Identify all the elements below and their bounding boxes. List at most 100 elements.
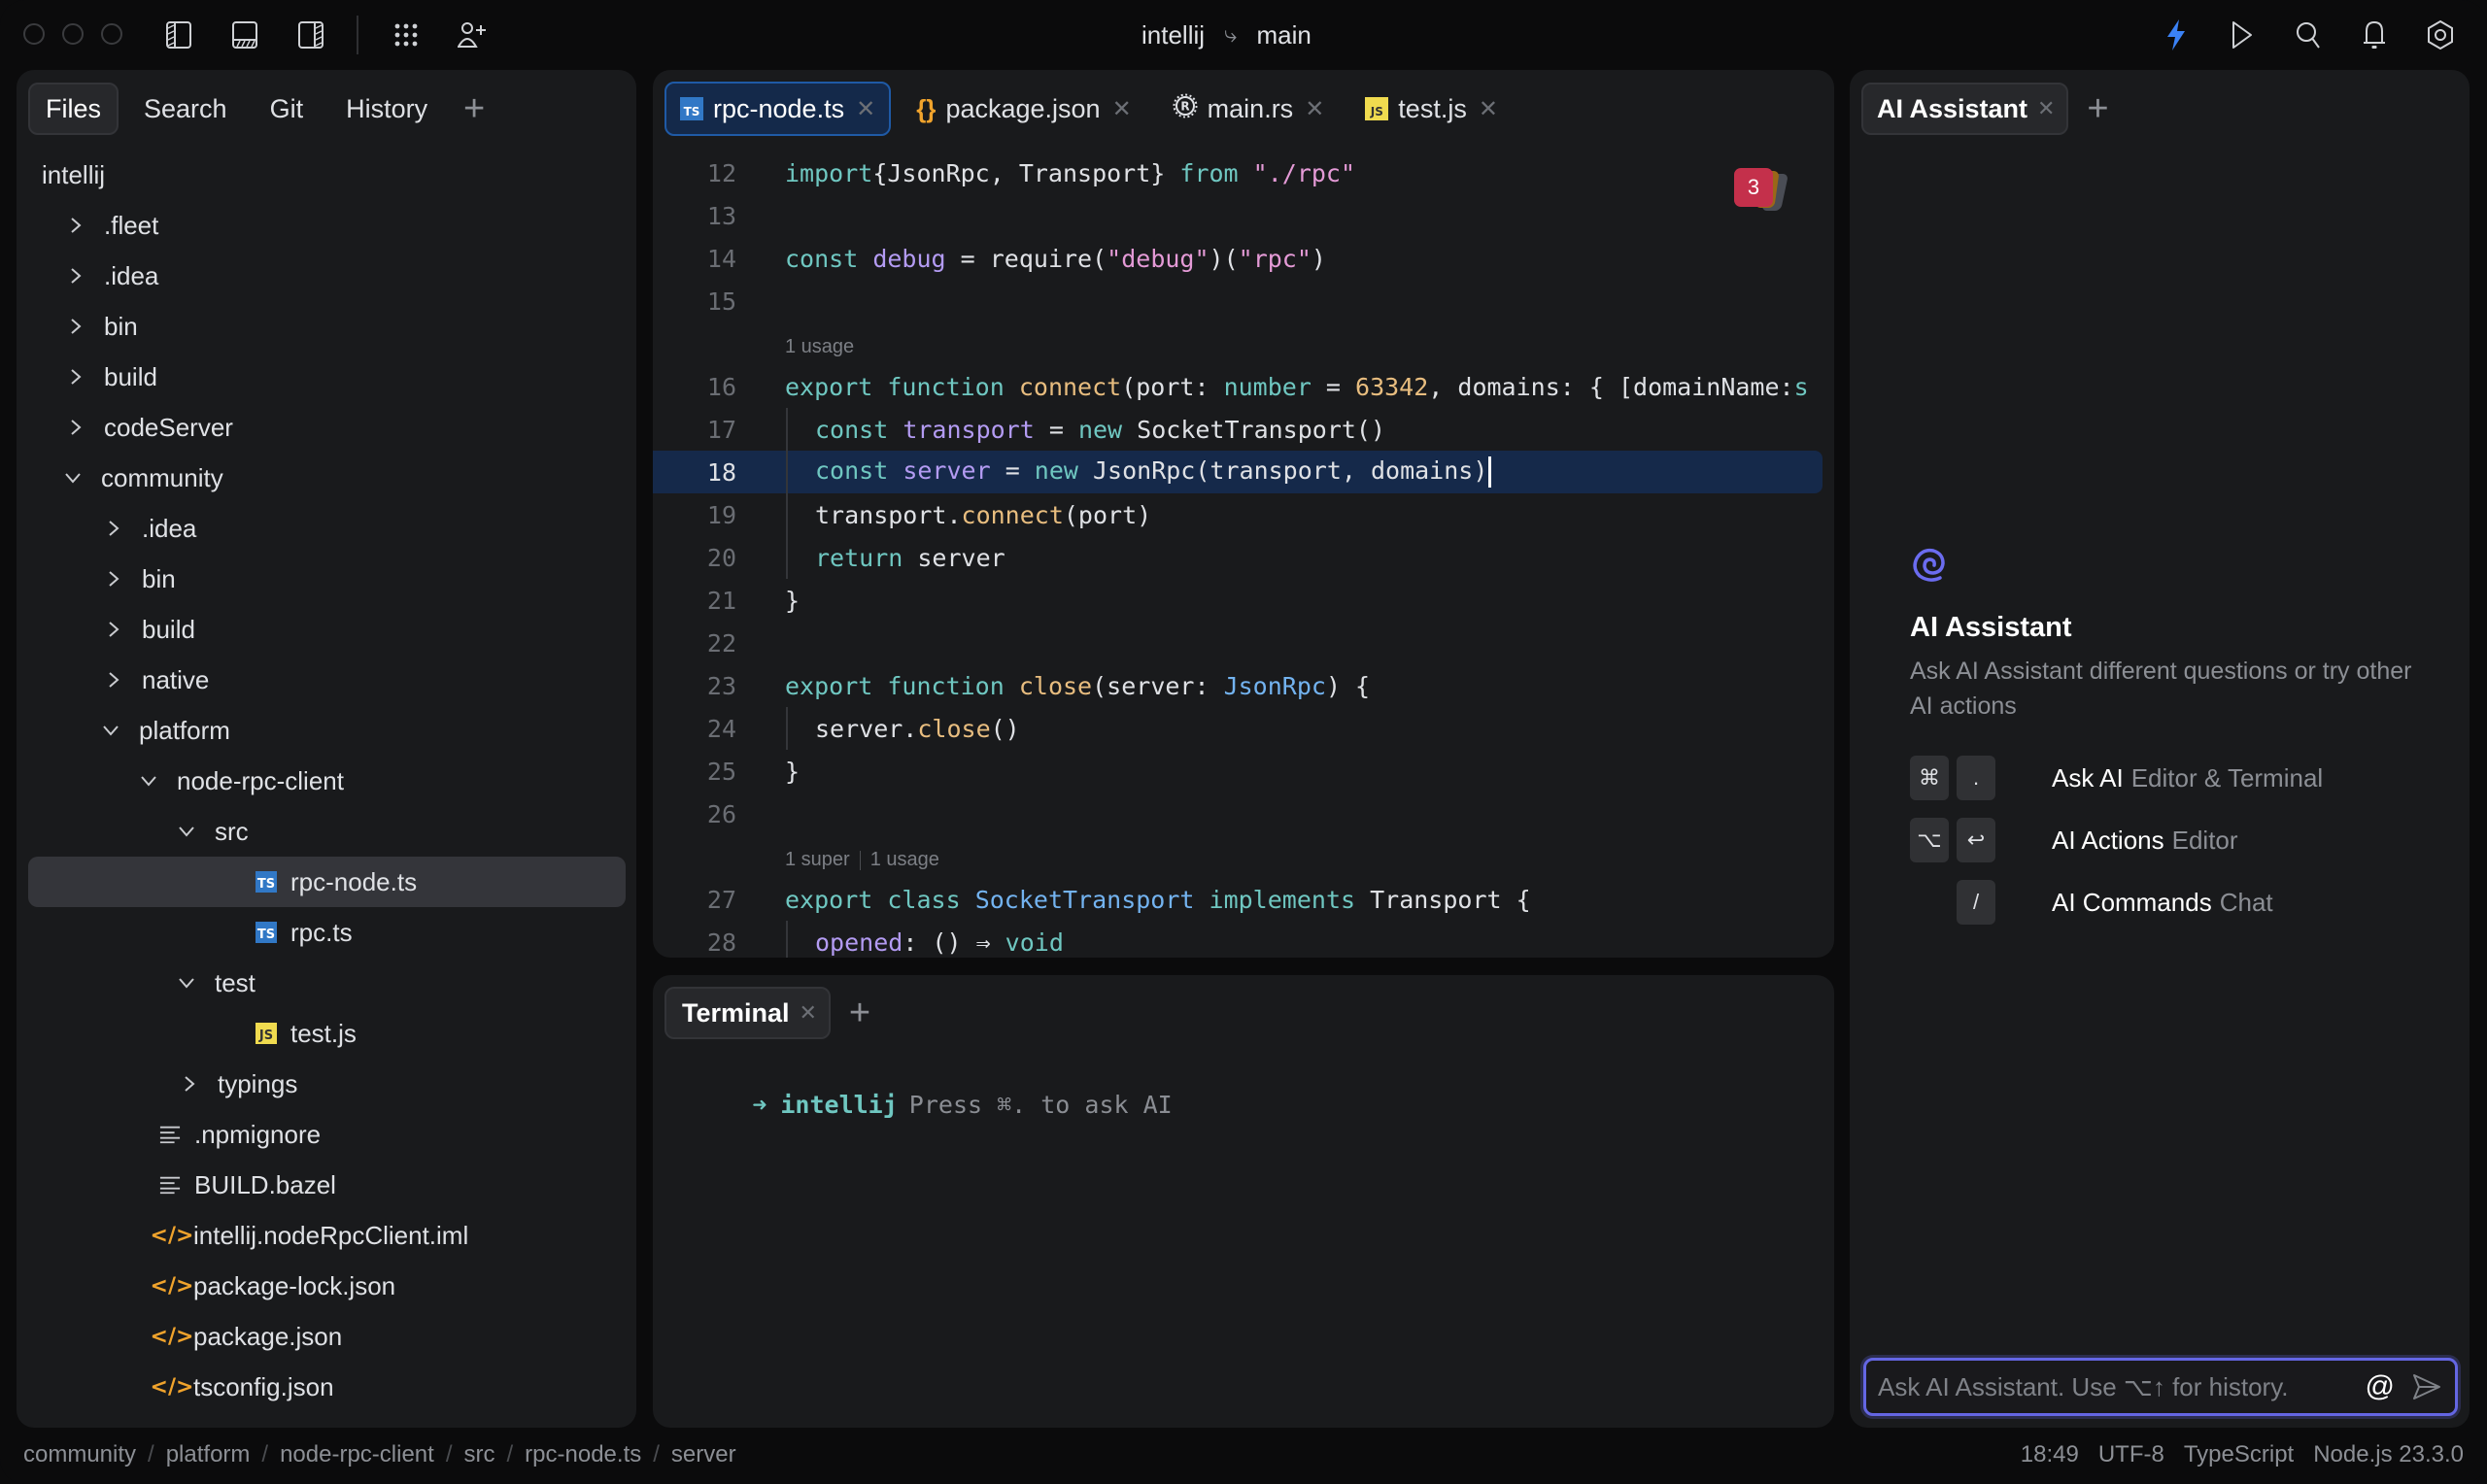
code-line[interactable]: 19 transport.connect(port) [653,493,1834,536]
tree-file[interactable]: </>tslint.json [17,1412,636,1429]
editor-tab-rpc-node-ts[interactable]: TS rpc-node.ts ✕ [664,82,892,136]
project-title[interactable]: intellij ⤷ main [1141,17,1312,52]
ai-lightning-icon[interactable] [2159,17,2194,52]
settings-gear-icon[interactable] [2423,17,2458,52]
tab-search[interactable]: Search [126,83,245,135]
tree-file[interactable]: TS rpc-node.ts [28,857,626,907]
tree-file[interactable]: </> intellij.nodeRpcClient.iml [17,1210,636,1261]
code-line[interactable]: 17 const transport = new SocketTransport(… [653,408,1834,451]
chevron-down-icon[interactable] [138,774,159,788]
window-maximize-button[interactable] [101,23,122,45]
close-tab-icon[interactable]: ✕ [2037,96,2055,121]
breadcrumb-item[interactable]: server [671,1441,736,1468]
ai-actions-action[interactable]: ⌥ ↩ AI Actions Editor [1910,809,2435,871]
tree-folder[interactable]: bin [17,301,636,352]
breadcrumb-item[interactable]: rpc-node.ts [525,1441,641,1468]
toggle-bottom-panel-icon[interactable] [227,17,262,52]
code-line[interactable]: 15 [653,280,1834,322]
tree-folder[interactable]: .idea [17,251,636,301]
usage-link[interactable]: 1 super [785,849,850,870]
code-line[interactable]: 18 const server = new JsonRpc(transport, … [653,451,1823,493]
run-icon[interactable] [2225,17,2260,52]
tree-folder[interactable]: .idea [17,503,636,554]
tab-ai-assistant[interactable]: AI Assistant ✕ [1861,83,2069,135]
tree-file[interactable]: </> package-lock.json [17,1261,636,1311]
chevron-right-icon[interactable] [103,620,124,639]
chevron-right-icon[interactable] [103,519,124,538]
window-close-button[interactable] [23,23,45,45]
tree-file[interactable]: BUILD.bazel [17,1160,636,1210]
add-collaborator-icon[interactable] [455,17,490,52]
tree-folder[interactable]: node-rpc-client [17,756,636,806]
code-line[interactable]: 12 import{JsonRpc, Transport} from "./rpc… [653,152,1834,194]
file-encoding[interactable]: UTF-8 [2098,1441,2164,1468]
chevron-right-icon[interactable] [179,1074,200,1094]
apps-grid-icon[interactable] [389,17,424,52]
close-tab-icon[interactable]: ✕ [856,95,875,123]
toggle-left-panel-icon[interactable] [161,17,196,52]
tab-files[interactable]: Files [28,83,119,135]
code-line[interactable]: 27 export class SocketTransport implement… [653,878,1834,921]
breadcrumb-item[interactable]: platform [166,1441,251,1468]
terminal-prompt[interactable]: ➜ intellij Press ⌘. to ask AI [664,1062,1172,1147]
ai-commands-action[interactable]: / AI Commands Chat [1910,871,2435,933]
tree-file[interactable]: </> tsconfig.json [17,1362,636,1412]
close-tab-icon[interactable]: ✕ [800,1000,817,1026]
tree-folder[interactable]: community [17,453,636,503]
chevron-right-icon[interactable] [65,418,86,437]
close-tab-icon[interactable]: ✕ [1112,95,1132,123]
tree-folder[interactable]: typings [17,1059,636,1109]
chevron-down-icon[interactable] [176,976,197,990]
mention-at-icon[interactable]: @ [2366,1370,2395,1403]
usage-link[interactable]: 1 usage [785,336,854,357]
chevron-down-icon[interactable] [176,825,197,838]
search-icon[interactable] [2291,17,2326,52]
tree-folder[interactable]: bin [17,554,636,604]
add-ai-tab-button[interactable]: + [2076,87,2119,130]
file-language[interactable]: TypeScript [2184,1441,2294,1468]
ask-ai-action[interactable]: ⌘ . Ask AI Editor & Terminal [1910,747,2435,809]
tree-folder[interactable]: test [17,958,636,1008]
code-line[interactable]: 16 export function connect(port: number =… [653,365,1834,408]
tree-folder[interactable]: native [17,655,636,705]
tab-terminal[interactable]: Terminal ✕ [664,987,831,1039]
close-tab-icon[interactable]: ✕ [1305,95,1324,123]
tree-file[interactable]: </> package.json [17,1311,636,1362]
window-minimize-button[interactable] [62,23,84,45]
tree-file[interactable]: .npmignore [17,1109,636,1160]
tree-folder[interactable]: .fleet [17,200,636,251]
tree-folder[interactable]: codeServer [17,402,636,453]
runtime-version[interactable]: Node.js 23.3.0 [2313,1441,2464,1468]
code-line[interactable]: 23 export function close(server: JsonRpc)… [653,664,1834,707]
code-line[interactable]: 20 return server [653,536,1834,579]
branch-name[interactable]: main [1256,20,1311,51]
chevron-right-icon[interactable] [65,317,86,336]
chevron-down-icon[interactable] [62,471,84,485]
tree-root[interactable]: intellij [17,150,636,200]
chevron-right-icon[interactable] [103,569,124,589]
close-tab-icon[interactable]: ✕ [1479,95,1498,123]
tree-folder[interactable]: build [17,352,636,402]
usage-link[interactable]: 1 usage [870,849,939,870]
ai-chat-input[interactable] [1878,1371,2366,1402]
code-line[interactable]: 22 [653,622,1834,664]
tree-file[interactable]: TS rpc.ts [17,907,636,958]
breadcrumb-item[interactable]: src [464,1441,495,1468]
chevron-right-icon[interactable] [65,266,86,286]
code-line[interactable]: 21} [653,579,1834,622]
notifications-bell-icon[interactable] [2357,17,2392,52]
send-icon[interactable] [2412,1373,2441,1400]
tab-history[interactable]: History [328,83,445,135]
code-line[interactable]: 28 opened: () ⇒ void [653,921,1834,958]
code-editor[interactable]: 12 import{JsonRpc, Transport} from "./rpc… [653,152,1834,958]
toggle-right-panel-icon[interactable] [293,17,328,52]
add-tool-tab-button[interactable]: + [453,87,495,130]
add-terminal-button[interactable]: + [838,992,881,1034]
tree-file[interactable]: JS test.js [17,1008,636,1059]
breadcrumb-item[interactable]: node-rpc-client [280,1441,434,1468]
chevron-right-icon[interactable] [103,670,124,690]
code-line[interactable]: 14 const debug = require("debug")("rpc") [653,237,1834,280]
editor-tab-package-json[interactable]: {} package.json ✕ [901,82,1146,136]
chevron-down-icon[interactable] [100,724,121,737]
code-line[interactable]: 13 [653,194,1834,237]
